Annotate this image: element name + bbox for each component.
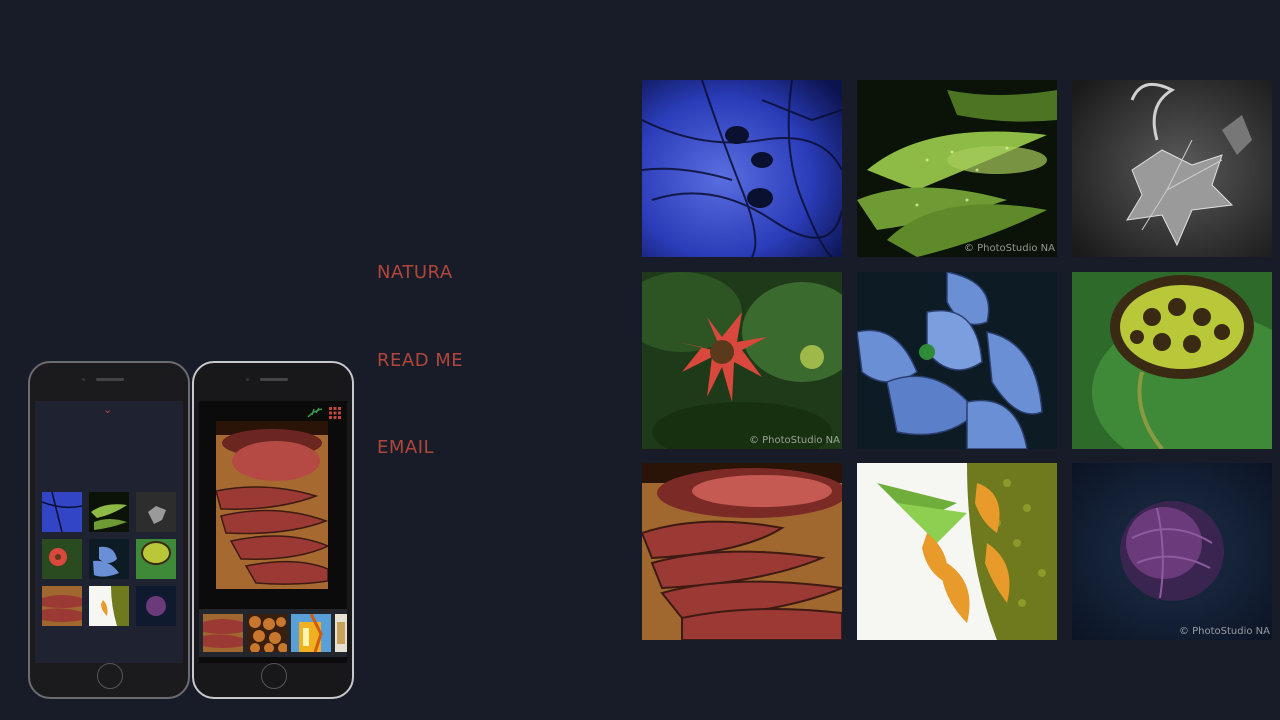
watermark: © PhotoStudio NA	[963, 243, 1055, 254]
phone-speaker	[96, 378, 124, 381]
phone-screen-right	[199, 401, 347, 663]
nav-email[interactable]: EMAIL	[377, 437, 434, 458]
red-dahlia-photo[interactable]: © PhotoStudio NA	[642, 272, 842, 449]
mini-tile[interactable]	[89, 492, 129, 532]
thumbnail-hazelnuts[interactable]	[247, 614, 287, 652]
chevron-down-icon[interactable]: ⌄	[103, 403, 112, 416]
thumbnail-roast-beef[interactable]	[203, 614, 243, 652]
leaf-logo-icon	[307, 404, 323, 418]
watermark: © PhotoStudio NA	[748, 435, 840, 446]
phone-screen-left: ⌄	[35, 401, 183, 663]
lotus-seedpod-photo[interactable]	[1072, 272, 1272, 449]
phone-mockup-right	[192, 361, 354, 699]
nav-natura[interactable]: NATURA	[377, 262, 453, 283]
thumbnail-beverage[interactable]	[291, 614, 331, 652]
mini-tile[interactable]	[136, 586, 176, 626]
mini-tile[interactable]	[89, 586, 129, 626]
thumbnail-strip	[199, 609, 347, 657]
monochrome-leaf-photo[interactable]	[1072, 80, 1272, 257]
watermark: © PhotoStudio NA	[1178, 626, 1270, 637]
nav-read-me[interactable]: READ ME	[377, 350, 463, 371]
mini-tile[interactable]	[42, 586, 82, 626]
home-button	[261, 663, 287, 689]
home-button	[97, 663, 123, 689]
phone-mockup-left: ⌄	[28, 361, 190, 699]
grid-icon[interactable]	[329, 404, 341, 419]
mini-tile[interactable]	[136, 492, 176, 532]
phone-camera	[82, 378, 85, 381]
roast-beef-photo[interactable]	[642, 463, 842, 640]
mini-tile[interactable]	[89, 539, 129, 579]
blue-flower-photo[interactable]	[857, 272, 1057, 449]
purple-cabbage-photo[interactable]: © PhotoStudio NA	[1072, 463, 1272, 640]
sunflower-petals-photo[interactable]	[857, 463, 1057, 640]
phone-speaker	[260, 378, 288, 381]
phone-camera	[246, 378, 249, 381]
featured-photo[interactable]	[216, 421, 328, 589]
mini-tile[interactable]	[136, 539, 176, 579]
mini-tile[interactable]	[42, 539, 82, 579]
mini-tile[interactable]	[42, 492, 82, 532]
blue-branches-photo[interactable]	[642, 80, 842, 257]
green-leaves-photo[interactable]: © PhotoStudio NA	[857, 80, 1057, 257]
thumbnail-partial[interactable]	[335, 614, 347, 652]
